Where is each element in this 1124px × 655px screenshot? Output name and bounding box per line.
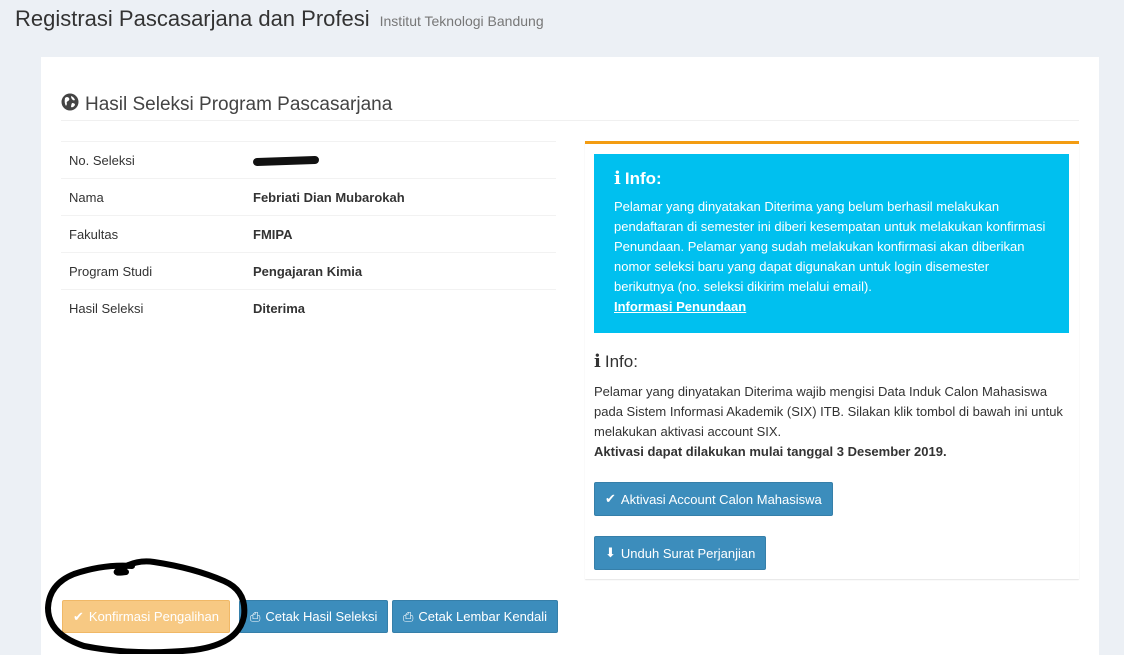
- callout-title: i Info:: [614, 169, 1049, 189]
- info-section-body: Pelamar yang dinyatakan Diterima wajib m…: [594, 384, 1063, 439]
- konfirmasi-pengalihan-button[interactable]: ✔ Konfirmasi Pengalihan: [62, 600, 230, 633]
- aktivasi-account-button[interactable]: ✔ Aktivasi Account Calon Mahasiswa: [594, 482, 833, 516]
- table-row: Fakultas FMIPA: [61, 215, 556, 253]
- row-value: Diterima: [253, 300, 306, 316]
- box-header: Hasil Seleksi Program Pascasarjana: [61, 89, 1079, 121]
- row-label: Program Studi: [69, 263, 153, 279]
- row-label: Nama: [69, 189, 104, 205]
- row-value: [245, 142, 556, 179]
- info-panel: i Info: Pelamar yang dinyatakan Diterima…: [585, 141, 1079, 579]
- cetak-hasil-seleksi-label: Cetak Hasil Seleksi: [265, 609, 378, 624]
- cetak-hasil-seleksi-button[interactable]: ⎙ Cetak Hasil Seleksi: [239, 600, 389, 633]
- info-section-strong: Aktivasi dapat dilakukan mulai tanggal 3…: [594, 444, 947, 459]
- page-title: Registrasi Pascasarjana dan Profesi: [15, 6, 370, 31]
- table-row: No. Seleksi: [61, 141, 556, 179]
- info-icon: i: [614, 168, 621, 189]
- row-value: Pengajaran Kimia: [253, 263, 363, 279]
- check-icon: ✔: [73, 608, 84, 624]
- result-box: Hasil Seleksi Program Pascasarjana No. S…: [41, 57, 1099, 655]
- row-label: Hasil Seleksi: [69, 300, 144, 316]
- print-icon: ⎙: [403, 608, 414, 624]
- table-row: Hasil Seleksi Diterima: [61, 289, 556, 327]
- table-row: Program Studi Pengajaran Kimia: [61, 252, 556, 290]
- row-value: Febriati Dian Mubarokah: [253, 189, 405, 205]
- page-subtitle: Institut Teknologi Bandung: [379, 13, 544, 29]
- info-icon: i: [594, 351, 601, 372]
- row-value: FMIPA: [253, 226, 293, 242]
- detail-table: No. Seleksi Nama Febriati Dian Mubarokah…: [61, 141, 556, 327]
- unduh-surat-button[interactable]: ⬇ Unduh Surat Perjanjian: [594, 536, 767, 570]
- aktivasi-account-label: Aktivasi Account Calon Mahasiswa: [620, 491, 822, 507]
- callout-body: Pelamar yang dinyatakan Diterima yang be…: [614, 199, 1046, 294]
- info-section: i Info: Pelamar yang dinyatakan Diterima…: [594, 352, 1074, 462]
- konfirmasi-pengalihan-label: Konfirmasi Pengalihan: [88, 609, 219, 624]
- info-section-title-text: Info:: [604, 352, 638, 371]
- box-title: Hasil Seleksi Program Pascasarjana: [85, 93, 393, 115]
- row-label: Fakultas: [69, 226, 119, 242]
- cetak-lembar-kendali-label: Cetak Lembar Kendali: [418, 609, 548, 624]
- download-icon: ⬇: [605, 545, 616, 560]
- page-header: Registrasi Pascasarjana dan Profesi Inst…: [15, 6, 544, 32]
- check-icon: ✔: [605, 491, 616, 506]
- cetak-lembar-kendali-button[interactable]: ⎙ Cetak Lembar Kendali: [392, 600, 559, 633]
- callout-title-text: Info:: [624, 169, 662, 188]
- unduh-surat-label: Unduh Surat Perjanjian: [620, 545, 756, 561]
- info-section-title: i Info:: [594, 352, 1074, 372]
- callout-info: i Info: Pelamar yang dinyatakan Diterima…: [594, 154, 1069, 333]
- print-icon: ⎙: [250, 608, 261, 624]
- redacted-mark: [252, 155, 320, 166]
- informasi-penundaan-link[interactable]: Informasi Penundaan: [614, 299, 746, 314]
- table-row: Nama Febriati Dian Mubarokah: [61, 178, 556, 216]
- globe-icon: [61, 93, 79, 116]
- row-label: No. Seleksi: [69, 152, 135, 168]
